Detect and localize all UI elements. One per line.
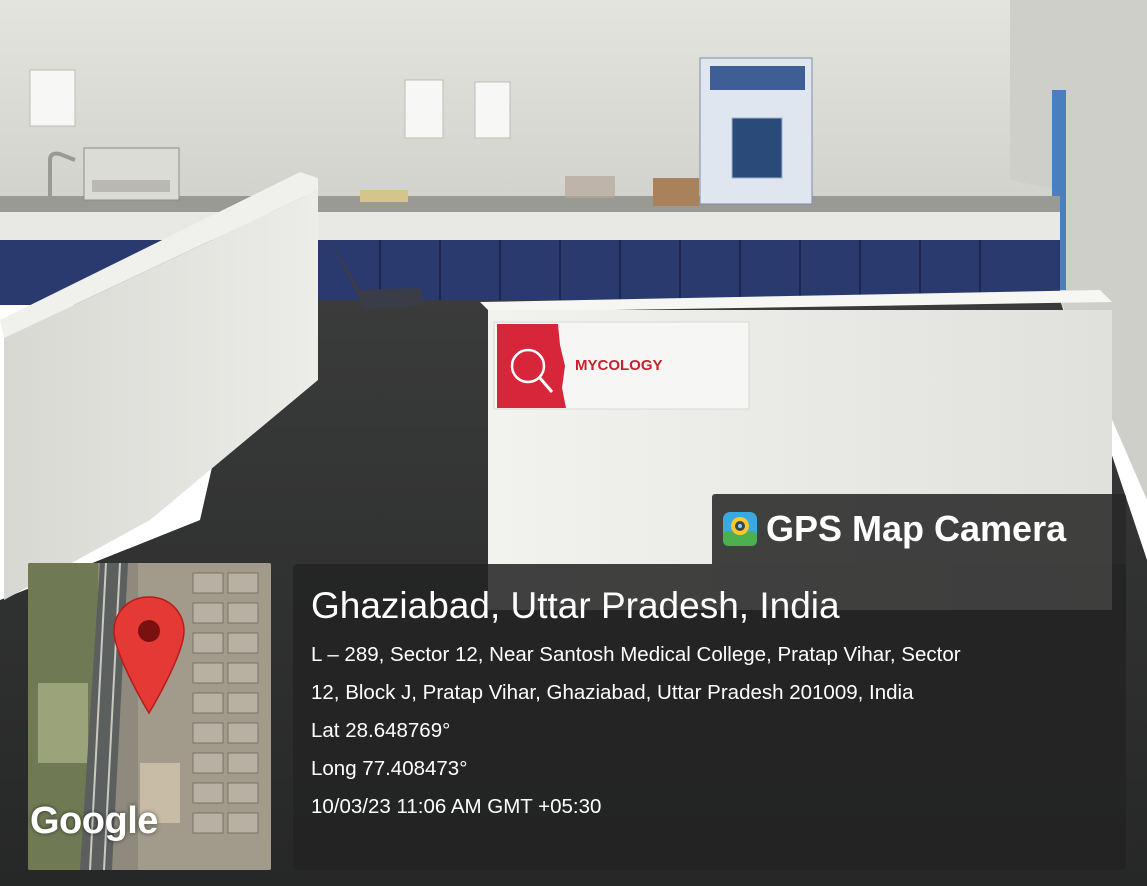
address-line-2: 12, Block J, Pratap Vihar, Ghaziabad, Ut… [311,681,914,704]
wall-poster [29,69,76,127]
bottles [565,176,615,198]
timestamp: 10/03/23 11:06 AM GMT +05:30 [311,795,602,818]
wall-poster [474,81,511,139]
latitude: Lat 28.648769° [311,719,451,742]
cardboard-box [653,178,699,206]
longitude: Long 77.408473° [311,757,468,780]
counter-front [0,212,1060,240]
geotagged-photo: MYCOLOGY Google GPS Map Camera Ghaziabad… [0,0,1147,886]
google-map-label: Google [30,800,158,842]
place-title: Ghaziabad, Uttar Pradesh, India [311,585,840,626]
gps-camera-icon [723,512,757,546]
app-name: GPS Map Camera [766,508,1067,549]
water-bath [83,147,180,201]
app-badge: GPS Map Camera [712,494,1126,564]
sign-label: MYCOLOGY [575,357,663,374]
address-line-1: L – 289, Sector 12, Near Santosh Medical… [311,643,961,666]
location-info-panel: Ghaziabad, Uttar Pradesh, India L – 289,… [293,564,1126,870]
sign-red-block [497,324,566,408]
wall-poster [404,79,444,139]
